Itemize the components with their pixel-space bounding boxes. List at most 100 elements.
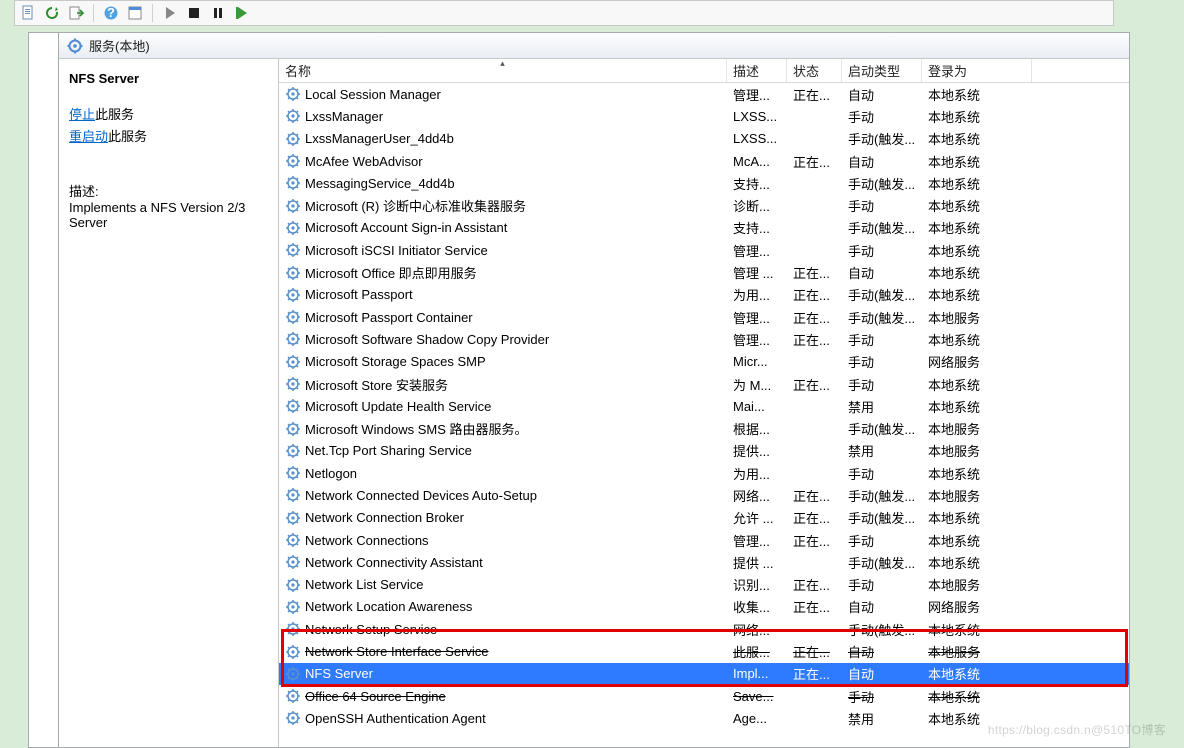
service-name-text: Microsoft Account Sign-in Assistant [305,220,507,235]
table-row[interactable]: Netlogon为用...手动本地系统 [279,462,1129,484]
service-icon [285,688,301,704]
service-list[interactable]: Local Session Manager管理...正在...自动本地系统Lxs… [279,83,1129,730]
service-desc: 收集... [727,597,787,616]
service-start-type: 手动(触发... [842,285,922,304]
stop-suffix: 此服务 [95,107,134,122]
header-name[interactable]: 名称▴ [279,59,727,82]
table-row[interactable]: Microsoft Passport Container管理...正在...手动… [279,306,1129,328]
service-start-type: 手动 [842,107,922,126]
table-row[interactable]: Net.Tcp Port Sharing Service提供...禁用本地服务 [279,440,1129,462]
service-desc: 管理... [727,330,787,349]
properties-icon[interactable] [126,4,144,22]
service-logon: 本地服务 [922,486,1032,505]
service-start-type: 手动(触发... [842,129,922,148]
refresh-icon[interactable] [43,4,61,22]
table-row[interactable]: Microsoft iSCSI Initiator Service管理...手动… [279,239,1129,261]
service-status: 正在... [787,308,842,327]
service-desc: 管理... [727,308,787,327]
service-name-text: Microsoft Software Shadow Copy Provider [305,332,549,347]
service-desc: 支持... [727,174,787,193]
service-icon [285,710,301,726]
services-icon [67,38,83,54]
table-row[interactable]: Microsoft Office 即点即用服务管理 ...正在...自动本地系统 [279,261,1129,283]
table-row[interactable]: Network Setup Service网络...手动(触发...本地系统 [279,618,1129,640]
service-logon: 本地系统 [922,129,1032,148]
service-name-text: Network List Service [305,577,423,592]
service-icon [285,131,301,147]
stop-service-link[interactable]: 停止 [69,107,95,122]
table-row[interactable]: Microsoft Software Shadow Copy Provider 管… [279,328,1129,350]
service-logon: 网络服务 [922,352,1032,371]
service-icon [285,265,301,281]
service-logon: 本地系统 [922,620,1032,639]
service-start-type: 手动(触发... [842,174,922,193]
service-desc: 为用... [727,285,787,304]
service-desc: 网络... [727,620,787,639]
table-row[interactable]: Network Location Awareness收集...正在...自动网络… [279,596,1129,618]
table-row[interactable]: Network List Service识别...正在...手动本地服务 [279,574,1129,596]
table-row[interactable]: Microsoft (R) 诊断中心标准收集器服务诊断...手动本地系统 [279,194,1129,216]
export-icon[interactable] [67,4,85,22]
service-name-text: Network Connected Devices Auto-Setup [305,488,537,503]
service-logon: 本地系统 [922,397,1032,416]
service-icon [285,577,301,593]
help-icon[interactable]: ? [102,4,120,22]
restart-service-link[interactable]: 重启动 [69,129,108,144]
table-row[interactable]: Network Store Interface Service此服...正在..… [279,640,1129,662]
service-logon: 本地系统 [922,464,1032,483]
service-name-text: Network Setup Service [305,622,437,637]
service-status: 正在... [787,85,842,104]
table-row[interactable]: Microsoft Windows SMS 路由器服务。根据...手动(触发..… [279,417,1129,439]
service-desc: 提供... [727,441,787,460]
table-row[interactable]: Local Session Manager管理...正在...自动本地系统 [279,83,1129,105]
table-row[interactable]: LxssManagerLXSS...手动本地系统 [279,105,1129,127]
header-logon[interactable]: 登录为 [922,59,1032,82]
table-row[interactable]: Network Connections管理...正在...手动本地系统 [279,529,1129,551]
table-row[interactable]: Microsoft Passport为用...正在...手动(触发...本地系统 [279,284,1129,306]
restart-icon[interactable] [233,4,251,22]
header-desc[interactable]: 描述 [727,59,787,82]
tree-pane[interactable] [28,32,58,748]
stop-icon[interactable] [185,4,203,22]
table-row[interactable]: Microsoft Storage Spaces SMPMicr...手动网络服… [279,351,1129,373]
services-pane: 服务(本地) NFS Server 停止此服务 重启动此服务 描述: Imple… [58,32,1130,748]
table-row[interactable]: Microsoft Account Sign-in Assistant支持...… [279,217,1129,239]
table-row[interactable]: Office 64 Source EngineSave...手动本地系统 [279,685,1129,707]
service-logon: 本地服务 [922,419,1032,438]
table-row[interactable]: LxssManagerUser_4dd4b LXSS... 手动(触发...本地系统 [279,128,1129,150]
service-icon [285,532,301,548]
service-desc: 为 M... [727,375,787,394]
service-name-text: Network Connections [305,533,429,548]
service-icon [285,443,301,459]
play-icon[interactable] [161,4,179,22]
service-logon: 本地系统 [922,263,1032,282]
watermark: https://blog.csdn.n@510TO博客 [988,721,1166,738]
service-status: 正在... [787,375,842,394]
service-icon [285,666,301,682]
header-stat[interactable]: 状态 [787,59,842,82]
header-start[interactable]: 启动类型 [842,59,922,82]
doc-icon[interactable] [19,4,37,22]
service-name-text: Microsoft iSCSI Initiator Service [305,243,488,258]
table-row[interactable]: Network Connected Devices Auto-Setup网络..… [279,484,1129,506]
service-name-text: LxssManagerUser_4dd4b [305,131,454,146]
service-icon [285,86,301,102]
service-desc: Impl... [727,666,787,681]
service-name-text: Network Connectivity Assistant [305,555,483,570]
table-row[interactable]: MessagingService_4dd4b支持...手动(触发...本地系统 [279,172,1129,194]
service-logon: 本地服务 [922,308,1032,327]
table-row[interactable]: Microsoft Update Health ServiceMai...禁用本… [279,395,1129,417]
table-row[interactable]: NFS ServerImpl...正在...自动本地系统 [279,663,1129,685]
service-status: 正在... [787,531,842,550]
service-status: 正在... [787,263,842,282]
table-row[interactable]: Network Connectivity Assistant提供 ...手动(触… [279,551,1129,573]
service-name-text: Microsoft Store 安装服务 [305,375,448,394]
service-desc: LXSS... [727,131,787,146]
service-status: 正在... [787,330,842,349]
pause-icon[interactable] [209,4,227,22]
service-status: 正在... [787,575,842,594]
service-desc: 提供 ... [727,553,787,572]
table-row[interactable]: Microsoft Store 安装服务为 M...正在...手动本地系统 [279,373,1129,395]
table-row[interactable]: Network Connection Broker允许 ...正在...手动(触… [279,507,1129,529]
table-row[interactable]: McAfee WebAdvisorMcA...正在...自动本地系统 [279,150,1129,172]
